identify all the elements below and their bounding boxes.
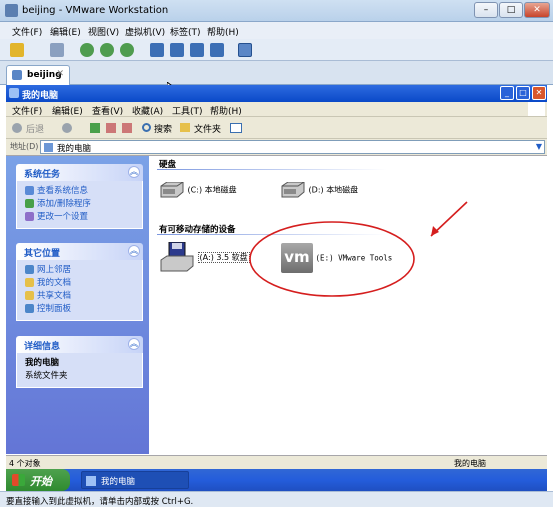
guest-window-title: 我的电脑 bbox=[22, 91, 59, 101]
taskbar-my-computer[interactable]: 我的电脑 bbox=[81, 471, 189, 489]
console-view-icon[interactable] bbox=[170, 43, 184, 57]
my-computer-icon bbox=[9, 88, 19, 98]
shared-documents-link[interactable]: 共享文档 bbox=[25, 289, 136, 302]
vm-tab-bar: beijing ✕ bbox=[0, 61, 553, 85]
guest-maximize-button[interactable]: □ bbox=[516, 86, 530, 100]
move-to-icon[interactable] bbox=[106, 123, 116, 133]
my-computer-small-icon bbox=[44, 143, 53, 152]
collapse-icon[interactable]: ︽ bbox=[128, 338, 140, 350]
status-location: 我的电脑 bbox=[454, 459, 486, 468]
minimize-button[interactable]: – bbox=[474, 2, 498, 18]
search-button[interactable]: 搜索 bbox=[154, 122, 172, 135]
address-input[interactable]: 我的电脑 ▼ bbox=[40, 140, 545, 154]
folders-button[interactable]: 文件夹 bbox=[194, 122, 221, 135]
vmware-status-text: 要直接输入到此虚拟机，请单击内部或按 Ctrl+G. bbox=[6, 497, 194, 507]
folder-icon bbox=[180, 123, 190, 132]
guest-menu-edit[interactable]: 编辑(E) bbox=[52, 104, 83, 117]
back-arrow-icon bbox=[12, 123, 22, 133]
vmware-title-bar: beijing - VMware Workstation – □ ✕ bbox=[0, 0, 553, 22]
maximize-button[interactable]: □ bbox=[499, 2, 523, 18]
change-setting-link[interactable]: 更改一个设置 bbox=[25, 210, 136, 223]
guest-menu-view[interactable]: 查看(V) bbox=[92, 104, 123, 117]
guest-minimize-button[interactable]: _ bbox=[500, 86, 514, 100]
unity-icon[interactable] bbox=[210, 43, 224, 57]
start-label: 开始 bbox=[30, 475, 52, 488]
guest-window-title-bar: 我的电脑 _ □ ✕ bbox=[6, 85, 547, 102]
details-title: 详细信息 bbox=[24, 342, 61, 352]
details-type: 系统文件夹 bbox=[25, 371, 68, 381]
other-places-title: 其它位置 bbox=[24, 249, 61, 259]
copy-to-icon[interactable] bbox=[122, 123, 132, 133]
view-system-info-link[interactable]: 查看系统信息 bbox=[25, 184, 136, 197]
annotation-arrowhead bbox=[431, 226, 439, 236]
guest-menu-tools[interactable]: 工具(T) bbox=[172, 104, 203, 117]
windows-logo-icon bbox=[528, 102, 545, 116]
power-icon[interactable] bbox=[10, 43, 24, 57]
collapse-icon[interactable]: ︽ bbox=[128, 245, 140, 257]
address-label: 地址(D) bbox=[10, 142, 39, 151]
my-computer-icon bbox=[86, 476, 96, 486]
snapshot-icon[interactable] bbox=[80, 43, 94, 57]
search-icon bbox=[142, 123, 151, 132]
menu-view[interactable]: 视图(V) bbox=[88, 25, 119, 38]
details-panel: 详细信息 ︽ 我的电脑 系统文件夹 bbox=[16, 336, 143, 388]
network-icon[interactable] bbox=[50, 43, 64, 57]
vm-tab-icon bbox=[12, 70, 22, 80]
snapshot-manager-icon[interactable] bbox=[120, 43, 134, 57]
windows-flag-icon bbox=[12, 474, 25, 486]
main-content: 硬盘 (C:) 本地磁盘 (D:) 本地磁盘 有可移动存储的设备 (A:) 3.… bbox=[149, 156, 547, 454]
taskbar-button-label: 我的电脑 bbox=[101, 477, 136, 487]
network-places-link[interactable]: 网上邻居 bbox=[25, 263, 136, 276]
control-panel-link[interactable]: 控制面板 bbox=[25, 302, 136, 315]
vmware-app-icon bbox=[5, 4, 18, 17]
guest-close-button[interactable]: ✕ bbox=[532, 86, 546, 100]
collapse-icon[interactable]: ︽ bbox=[128, 166, 140, 178]
start-button[interactable]: 开始 bbox=[6, 469, 70, 491]
views-icon[interactable] bbox=[230, 123, 242, 133]
xp-taskbar: 开始 我的电脑 bbox=[6, 469, 547, 491]
tab-beijing[interactable]: beijing ✕ bbox=[6, 65, 70, 85]
address-dropdown-icon[interactable]: ▼ bbox=[536, 142, 542, 151]
address-bar: 地址(D) 我的电脑 ▼ bbox=[6, 139, 547, 156]
details-name: 我的电脑 bbox=[25, 358, 60, 368]
system-tasks-title: 系统任务 bbox=[24, 170, 61, 180]
sidebar-view-icon[interactable] bbox=[150, 43, 164, 57]
tab-close-icon[interactable]: ✕ bbox=[56, 69, 64, 79]
vmware-window-title: beijing - VMware Workstation bbox=[22, 5, 169, 16]
system-tasks-panel: 系统任务 ︽ 查看系统信息 添加/删除程序 更改一个设置 bbox=[16, 164, 143, 229]
back-button[interactable]: 后退 bbox=[26, 122, 44, 135]
add-remove-programs-link[interactable]: 添加/删除程序 bbox=[25, 197, 136, 210]
annotation-overlay bbox=[249, 201, 468, 297]
other-places-panel: 其它位置 ︽ 网上邻居 我的文档 共享文档 控制面板 bbox=[16, 243, 143, 321]
close-button[interactable]: ✕ bbox=[524, 2, 550, 18]
menu-vm[interactable]: 虚拟机(V) bbox=[125, 25, 165, 38]
up-folder-icon[interactable] bbox=[90, 123, 100, 133]
guest-menu-help[interactable]: 帮助(H) bbox=[210, 104, 242, 117]
object-count: 4 个对象 bbox=[9, 459, 41, 468]
vmware-menu-bar: 文件(F) 编辑(E) 视图(V) 虚拟机(V) 标签(T) 帮助(H) bbox=[0, 22, 553, 39]
revert-snapshot-icon[interactable] bbox=[100, 43, 114, 57]
guest-toolbar: 后退 搜索 文件夹 bbox=[6, 117, 547, 139]
guest-menu-favorites[interactable]: 收藏(A) bbox=[132, 104, 163, 117]
guest-status-bar: 4 个对象 我的电脑 bbox=[6, 455, 547, 469]
my-documents-link[interactable]: 我的文档 bbox=[25, 276, 136, 289]
highlight-ellipse bbox=[249, 221, 415, 297]
menu-help[interactable]: 帮助(H) bbox=[207, 25, 239, 38]
vmware-toolbar bbox=[0, 39, 553, 61]
vmware-status-bar: 要直接输入到此虚拟机，请单击内部或按 Ctrl+G. bbox=[0, 491, 553, 507]
forward-arrow-icon[interactable] bbox=[62, 123, 72, 133]
guest-menu-file[interactable]: 文件(F) bbox=[12, 104, 42, 117]
fullscreen-icon[interactable] bbox=[190, 43, 204, 57]
menu-edit[interactable]: 编辑(E) bbox=[50, 25, 81, 38]
address-value: 我的电脑 bbox=[57, 144, 92, 154]
menu-file[interactable]: 文件(F) bbox=[12, 25, 42, 38]
menu-tabs[interactable]: 标签(T) bbox=[170, 25, 201, 38]
task-pane: 系统任务 ︽ 查看系统信息 添加/删除程序 更改一个设置 其它位置 ︽ 网上邻居 我… bbox=[6, 156, 149, 454]
guest-menu-bar: 文件(F) 编辑(E) 查看(V) 收藏(A) 工具(T) 帮助(H) bbox=[6, 102, 547, 117]
thumbnail-view-icon[interactable] bbox=[238, 43, 252, 57]
